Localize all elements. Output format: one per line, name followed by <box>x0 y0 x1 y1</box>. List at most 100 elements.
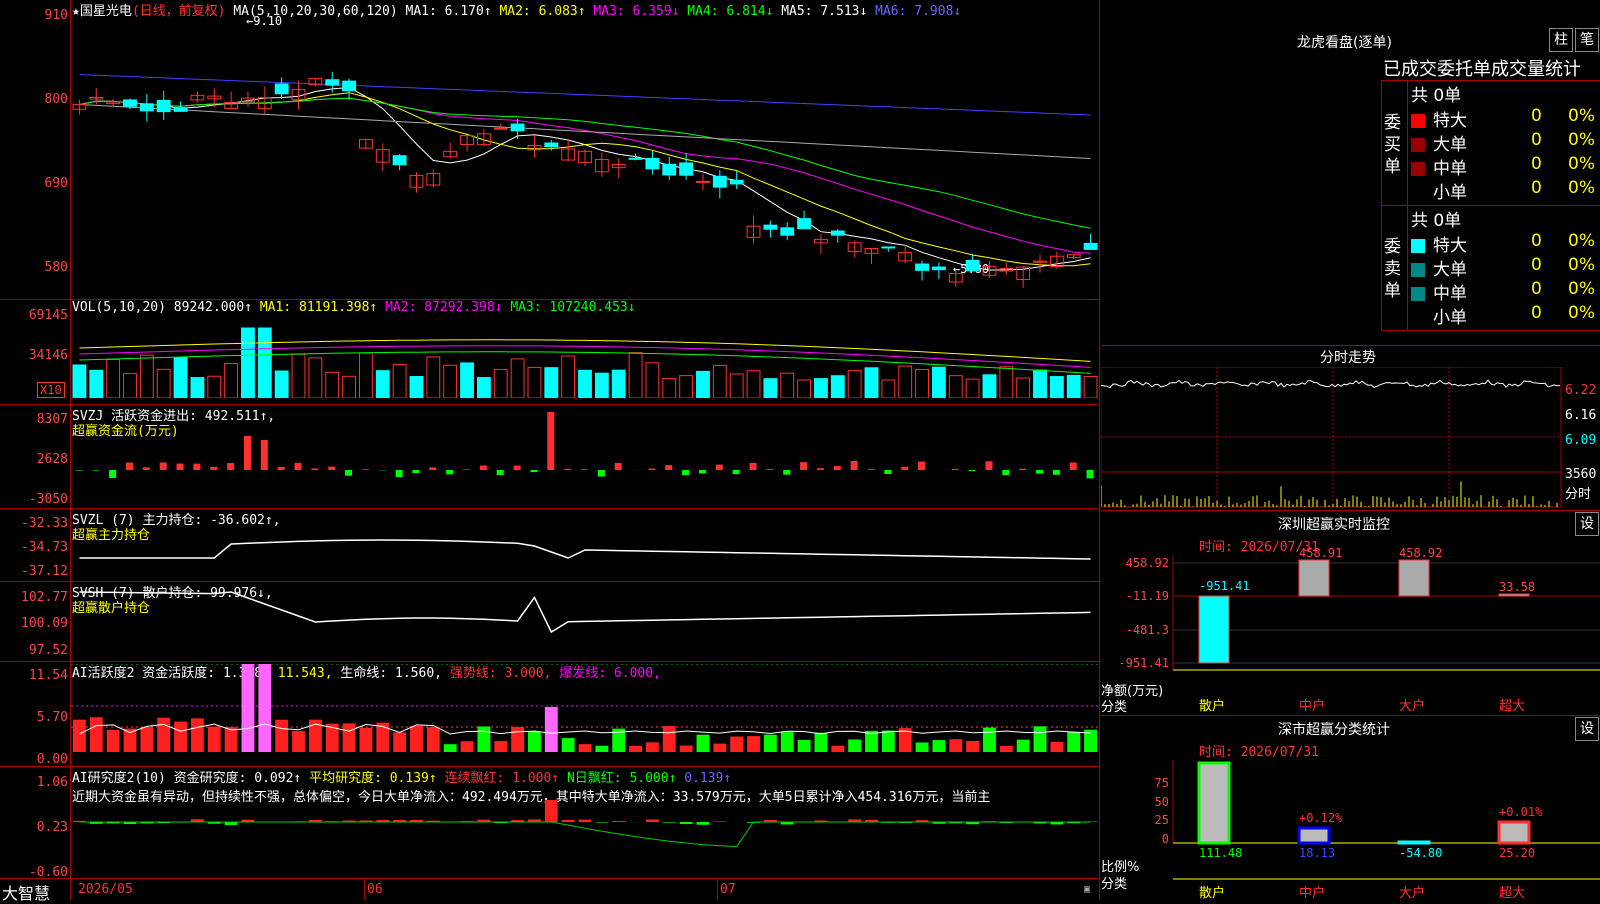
fund-flow-bar <box>901 467 908 470</box>
bar-mode-button[interactable]: 柱 <box>1549 28 1573 52</box>
brand-label: 大智慧 <box>2 880 50 904</box>
activity-bar <box>90 717 103 752</box>
fund-flow-bar <box>750 463 757 470</box>
fund-flow-bar <box>918 462 925 470</box>
fund-flow-bar <box>1087 470 1094 478</box>
ai2-axis-label: 0.23 <box>0 820 68 835</box>
volume-bar <box>798 380 811 398</box>
sz-axis-label: -11.19 <box>1126 589 1169 603</box>
activity-chart <box>71 664 1099 764</box>
row-label: 小单 <box>1433 183 1467 203</box>
fl-axis-label: 75 <box>1155 776 1169 790</box>
activity-bar <box>1050 742 1063 752</box>
fund-flow-bar <box>952 469 959 470</box>
row-percent: 0% <box>1568 178 1595 198</box>
svzj-axis-label: -3050 <box>0 492 68 507</box>
fl-value-label: 111.48 <box>1199 846 1242 860</box>
candle-body <box>124 100 137 106</box>
row-percent: 0% <box>1568 106 1595 126</box>
minute-unit-label: 分时 <box>1565 483 1591 502</box>
activity-bar <box>932 740 945 752</box>
minute-panel[interactable]: 分时走势 6.22 6.16 6.09 3560 分时 <box>1101 345 1600 510</box>
fund-flow-bar <box>295 463 302 470</box>
activity-bar <box>208 727 221 752</box>
activity-bar <box>882 731 895 752</box>
volume-bar <box>730 374 743 398</box>
fund-flow-bar <box>648 469 655 470</box>
volume-bar <box>90 370 103 398</box>
volume-ma-line <box>79 346 1090 368</box>
volume-bar <box>983 375 996 398</box>
volume-bar <box>1034 370 1047 398</box>
vol-label: VOL(5,10,20) <box>72 300 166 315</box>
sell-row-2: 中单00% <box>1411 279 1600 303</box>
activity-bar <box>174 722 187 752</box>
sell-row-1: 大单00% <box>1411 255 1600 279</box>
research-bar <box>579 820 592 822</box>
fund-flow-bar <box>1053 470 1060 475</box>
sz-class-panel: 深市超赢分类统计 设 时间: 2026/07/31 7550250111.48散… <box>1101 715 1600 900</box>
tick-mode-button[interactable]: 笔 <box>1575 28 1599 52</box>
candle-body <box>764 225 777 229</box>
color-swatch <box>1411 162 1425 176</box>
activity-bar <box>562 738 575 752</box>
fl-xlabel: 分类 <box>1101 873 1127 892</box>
candle-body <box>932 267 945 270</box>
candle-body <box>916 264 929 270</box>
minute-axis-label: 6.09 <box>1565 433 1596 448</box>
minute-axis-label: 6.22 <box>1565 383 1596 398</box>
sz-bar <box>1299 560 1329 596</box>
activity-bar <box>140 727 153 752</box>
fund-flow-bar <box>867 469 874 470</box>
svsh-axis-label: 97.52 <box>0 643 68 658</box>
stock-name: 国星光电 <box>80 4 132 19</box>
row-count: 0 <box>1531 279 1542 299</box>
fund-flow-bar <box>497 470 504 475</box>
fl-bar <box>1299 828 1329 843</box>
volume-bar <box>848 371 861 398</box>
activity-bar <box>242 664 255 752</box>
buy-total: 共 0单 <box>1411 81 1461 106</box>
fl-bar <box>1499 822 1529 843</box>
vol-ma2: MA2: 87292.398↓ <box>385 300 502 315</box>
date-axis-label: 2026/05 <box>78 882 133 897</box>
fund-flow-bar <box>514 466 521 470</box>
vol-ma1: MA1: 81191.398↑ <box>260 300 377 315</box>
lock-icon[interactable]: ▣ <box>1084 884 1090 895</box>
buy-row-1: 大单00% <box>1411 130 1600 154</box>
kline-chart-area[interactable]: ★国星光电(日线，前复权) MA(5,10,20,30,60,120) MA1:… <box>0 0 1100 900</box>
sell-side-label: 委卖单 <box>1384 236 1404 302</box>
volume-bar <box>73 365 86 398</box>
ai2-header: AI研究度2(10) 资金研究度: 0.092↑ 平均研究度: 0.139↑ 连… <box>72 767 731 786</box>
price-axis-label: 690 <box>0 176 68 191</box>
fund-flow-bar <box>665 465 672 470</box>
activity-bar <box>646 742 659 752</box>
svzj-axis-label: 2628 <box>0 452 68 467</box>
row-count: 0 <box>1531 178 1542 198</box>
volume-ma-line <box>79 340 1090 362</box>
candle-body <box>680 163 693 175</box>
volume-bar <box>1067 375 1080 398</box>
fund-flow-bar <box>783 470 790 475</box>
sell-row-3: 小单00% <box>1411 303 1600 327</box>
ma4-value: MA4: 6.814↓ <box>687 4 773 19</box>
volume-bar <box>376 371 389 398</box>
lhb-tabs[interactable]: 已成交委托单成交量统计 <box>1383 55 1581 81</box>
row-count: 0 <box>1531 106 1542 126</box>
candlestick-chart[interactable] <box>71 20 1099 298</box>
volume-bar <box>292 354 305 398</box>
research-bar <box>713 821 726 822</box>
ai2-label: AI研究度2(10) 资金研究度: 0.092↑ <box>72 771 301 786</box>
sell-row-0: 特大00% <box>1411 231 1600 255</box>
sz-bar <box>1199 596 1229 663</box>
fund-flow-bar <box>716 465 723 470</box>
volume-bar <box>865 368 878 398</box>
activity-bar <box>579 744 592 752</box>
activity-bar <box>831 746 844 752</box>
sz-category-label: 超大 <box>1499 699 1525 714</box>
volume-bar <box>545 368 558 398</box>
volume-bar <box>157 369 170 398</box>
ma-line <box>79 93 1090 266</box>
activity-bar <box>983 728 996 752</box>
candle-body <box>1084 243 1097 249</box>
